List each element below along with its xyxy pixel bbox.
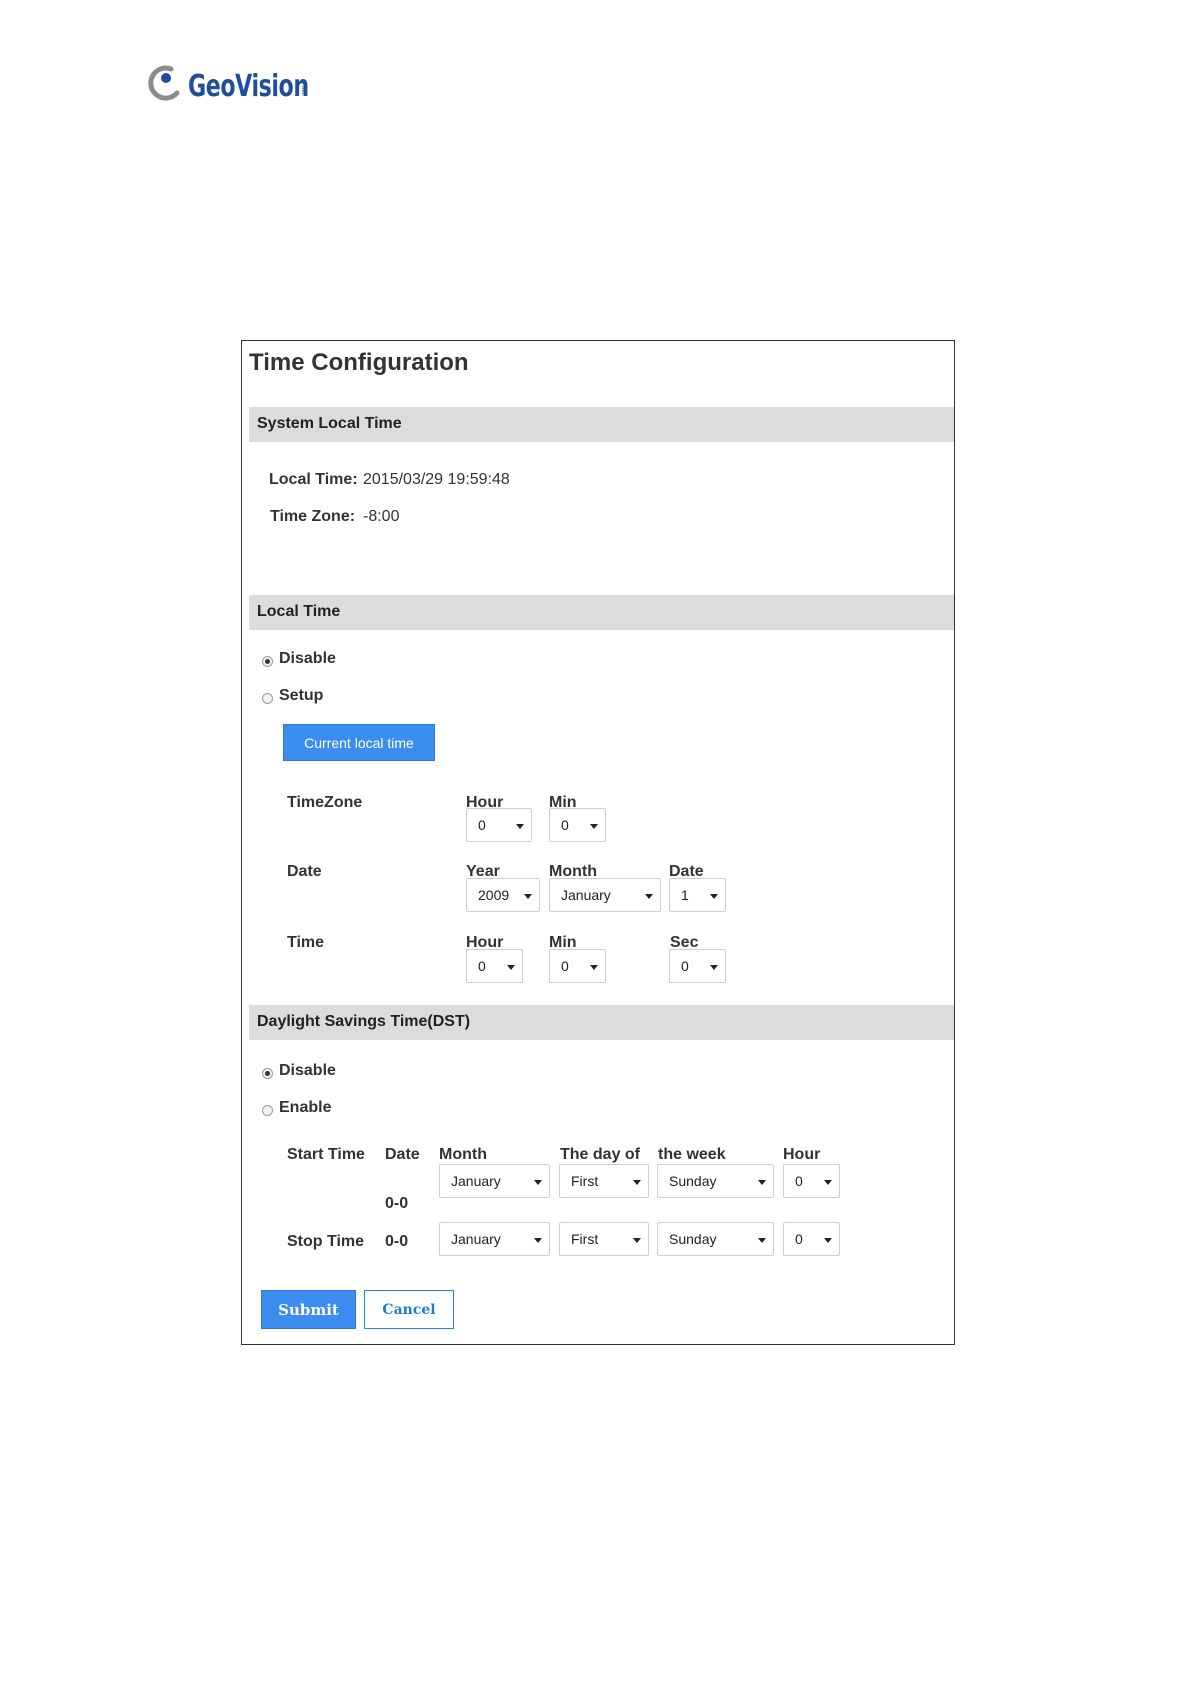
- month-select[interactable]: January: [549, 878, 661, 912]
- chevron-down-icon: [516, 824, 524, 829]
- stop-hour-value: 0: [795, 1231, 803, 1247]
- cancel-button[interactable]: Cancel: [364, 1290, 454, 1329]
- timezone-label: TimeZone: [287, 794, 363, 811]
- start-order-value: First: [571, 1173, 599, 1189]
- time-sec-select[interactable]: 0: [669, 949, 726, 983]
- stop-month-value: January: [451, 1231, 501, 1247]
- chevron-down-icon: [633, 1180, 641, 1185]
- local-time-title: Local Time: [257, 603, 341, 620]
- time-zone-value: -8:00: [363, 508, 400, 525]
- time-sec-value: 0: [681, 958, 689, 974]
- start-weekday-select[interactable]: Sunday: [657, 1164, 774, 1198]
- chevron-down-icon: [645, 894, 653, 899]
- year-value: 2009: [478, 887, 510, 903]
- chevron-down-icon: [824, 1238, 832, 1243]
- local-time-header: Local Time: [249, 595, 954, 630]
- start-date-value: 0-0: [385, 1195, 409, 1212]
- dst-week-column: the week: [658, 1146, 726, 1163]
- dst-disable-radio[interactable]: [262, 1068, 273, 1079]
- date-day-select[interactable]: 1: [669, 878, 726, 912]
- timezone-hour-value: 0: [478, 817, 486, 833]
- local-time-label: Local Time:: [269, 471, 358, 488]
- chevron-down-icon: [633, 1238, 641, 1243]
- dst-date-column: Date: [385, 1146, 420, 1163]
- month-value: January: [561, 887, 611, 903]
- chevron-down-icon: [507, 965, 515, 970]
- dst-month-column: Month: [439, 1146, 487, 1163]
- start-month-select[interactable]: January: [439, 1164, 550, 1198]
- time-hour-value: 0: [478, 958, 486, 974]
- time-hour-select[interactable]: 0: [466, 949, 523, 983]
- chevron-down-icon: [524, 894, 532, 899]
- start-weekday-value: Sunday: [669, 1173, 717, 1189]
- chevron-down-icon: [534, 1238, 542, 1243]
- chevron-down-icon: [758, 1238, 766, 1243]
- stop-month-select[interactable]: January: [439, 1222, 550, 1256]
- date-day-value: 1: [681, 887, 689, 903]
- chevron-down-icon: [590, 824, 598, 829]
- time-min-value: 0: [561, 958, 569, 974]
- system-local-time-header: System Local Time: [249, 407, 954, 442]
- start-hour-select[interactable]: 0: [783, 1164, 840, 1198]
- system-local-time-title: System Local Time: [257, 415, 402, 432]
- timezone-min-select[interactable]: 0: [549, 808, 606, 842]
- dst-day-of-column: The day of: [560, 1146, 641, 1163]
- brand-suffix: Inc.: [300, 86, 306, 96]
- stop-weekday-value: Sunday: [669, 1231, 717, 1247]
- time-configuration-panel: Time Configuration System Local Time Loc…: [241, 340, 955, 1345]
- chevron-down-icon: [824, 1180, 832, 1185]
- chevron-down-icon: [534, 1180, 542, 1185]
- start-order-select[interactable]: First: [559, 1164, 649, 1198]
- start-month-value: January: [451, 1173, 501, 1189]
- local-time-disable-label[interactable]: Disable: [279, 650, 336, 668]
- dst-hour-column: Hour: [783, 1146, 821, 1163]
- dst-enable-label[interactable]: Enable: [279, 1099, 331, 1117]
- dst-title: Daylight Savings Time(DST): [257, 1013, 471, 1030]
- dst-header: Daylight Savings Time(DST): [249, 1005, 954, 1040]
- local-time-value: 2015/03/29 19:59:48: [363, 471, 510, 488]
- stop-weekday-select[interactable]: Sunday: [657, 1222, 774, 1256]
- page-title: Time Configuration: [249, 349, 469, 376]
- geovision-logo: GeoVision: [146, 62, 336, 106]
- chevron-down-icon: [710, 965, 718, 970]
- dst-disable-label[interactable]: Disable: [279, 1062, 336, 1080]
- timezone-min-value: 0: [561, 817, 569, 833]
- year-select[interactable]: 2009: [466, 878, 540, 912]
- stop-hour-select[interactable]: 0: [783, 1222, 840, 1256]
- geovision-logo-icon: [148, 65, 180, 101]
- time-min-select[interactable]: 0: [549, 949, 606, 983]
- local-time-setup-label[interactable]: Setup: [279, 687, 323, 705]
- stop-order-select[interactable]: First: [559, 1222, 649, 1256]
- timezone-hour-select[interactable]: 0: [466, 808, 532, 842]
- chevron-down-icon: [758, 1180, 766, 1185]
- chevron-down-icon: [710, 894, 718, 899]
- dst-enable-radio[interactable]: [262, 1105, 273, 1116]
- brand-name: GeoVision: [188, 69, 309, 104]
- stop-order-value: First: [571, 1231, 599, 1247]
- submit-button[interactable]: Submit: [261, 1290, 356, 1329]
- time-label: Time: [287, 934, 325, 951]
- time-zone-label: Time Zone:: [270, 508, 356, 525]
- stop-time-label: Stop Time: [287, 1233, 365, 1250]
- stop-date-value: 0-0: [385, 1233, 409, 1250]
- date-label: Date: [287, 863, 322, 880]
- local-time-setup-radio[interactable]: [262, 693, 273, 704]
- local-time-disable-radio[interactable]: [262, 656, 273, 667]
- current-local-time-button[interactable]: Current local time: [283, 724, 435, 761]
- start-hour-value: 0: [795, 1173, 803, 1189]
- start-time-label: Start Time: [287, 1146, 365, 1163]
- chevron-down-icon: [590, 965, 598, 970]
